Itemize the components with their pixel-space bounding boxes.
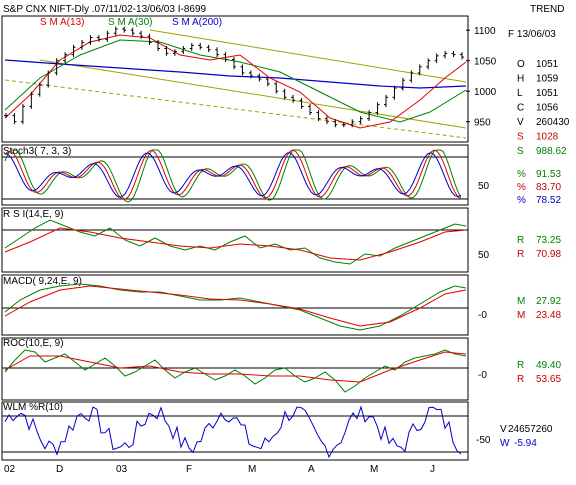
trend-label: TREND bbox=[530, 4, 564, 15]
macd-tick-0: -0 bbox=[478, 310, 487, 321]
macd-m-value: 27.92 bbox=[536, 296, 561, 307]
macd-s-label: M bbox=[517, 310, 525, 321]
chart-title: S&P CNX NIFT-Dly .07/11/02-13/06/03 I-86… bbox=[3, 4, 207, 15]
x-label-feb: F bbox=[186, 464, 192, 475]
roc-r-value: 49.40 bbox=[536, 360, 561, 371]
rsi-r-value: 73.25 bbox=[536, 235, 561, 246]
ohlc-value: 1051 bbox=[536, 59, 559, 70]
roc-tick-0: -0 bbox=[478, 370, 487, 381]
macd-m-label: M bbox=[517, 296, 525, 307]
ohlc-key: S bbox=[517, 132, 524, 143]
stoch-tick-50: 50 bbox=[478, 181, 490, 192]
ohlc-value: 988.62 bbox=[536, 146, 567, 157]
rsi-title: R S I(14,E, 9) bbox=[3, 209, 64, 220]
price-tick-label: 1050 bbox=[474, 57, 497, 68]
price-tick-label: 1100 bbox=[474, 26, 496, 37]
wlm-v-label: V bbox=[500, 424, 507, 435]
wlm-v-value: 24657260 bbox=[508, 424, 553, 435]
ohlc-value: 1056 bbox=[536, 103, 559, 114]
legend-sma13: S M A(13) bbox=[40, 17, 84, 28]
ohlc-value: 260430 bbox=[536, 117, 570, 128]
stoch-k-value: 91.53 bbox=[536, 169, 561, 180]
wlm-w-value: -5.94 bbox=[514, 438, 537, 449]
ohlc-date: F 13/06/03 bbox=[508, 29, 556, 40]
x-label-mar: M bbox=[248, 464, 256, 475]
x-label-03: 03 bbox=[116, 464, 128, 475]
wlm-tick-50: -50 bbox=[476, 435, 491, 446]
rsi-tick-50: 50 bbox=[478, 250, 490, 261]
rsi-r-label: R bbox=[517, 235, 524, 246]
wlm-w-label: W bbox=[500, 438, 510, 449]
ohlc-key: S bbox=[517, 146, 524, 157]
chart-window: S&P CNX NIFT-Dly .07/11/02-13/06/03 I-86… bbox=[0, 0, 576, 480]
roc-title: ROC(10,E, 9) bbox=[3, 338, 64, 349]
stoch-d-value: 83.70 bbox=[536, 182, 561, 193]
rsi-s-value: 70.98 bbox=[536, 249, 561, 260]
legend-sma30: S M A(30) bbox=[108, 17, 152, 28]
legend-sma200: S M A(200) bbox=[172, 17, 222, 28]
ohlc-key: L bbox=[517, 88, 523, 99]
roc-r-label: R bbox=[517, 360, 524, 371]
stoch-s-label: % bbox=[517, 195, 526, 206]
rsi-s-label: R bbox=[517, 249, 524, 260]
chart-background bbox=[0, 0, 576, 480]
x-label-jun: J bbox=[430, 464, 435, 475]
x-label-apr: A bbox=[308, 464, 315, 475]
stoch-k-label: % bbox=[517, 169, 526, 180]
macd-s-value: 23.48 bbox=[536, 310, 561, 321]
roc-s-label: R bbox=[517, 374, 524, 385]
wlm-title: WLM %R(10) bbox=[3, 402, 63, 413]
technical-chart: S&P CNX NIFT-Dly .07/11/02-13/06/03 I-86… bbox=[0, 0, 576, 480]
ohlc-key: C bbox=[517, 103, 524, 114]
ohlc-key: V bbox=[517, 117, 524, 128]
x-label-02: 02 bbox=[4, 464, 16, 475]
x-label-dec: D bbox=[56, 464, 63, 475]
ohlc-key: H bbox=[517, 74, 524, 85]
stoch-title: Stoch3( 7, 3, 3) bbox=[3, 146, 71, 157]
ohlc-value: 1059 bbox=[536, 74, 559, 85]
stoch-d-label: % bbox=[517, 182, 526, 193]
ohlc-value: 1051 bbox=[536, 88, 559, 99]
price-tick-label: 1000 bbox=[474, 87, 497, 98]
ohlc-value: 1028 bbox=[536, 132, 559, 143]
stoch-s-value: 78.52 bbox=[536, 195, 561, 206]
ohlc-key: O bbox=[517, 59, 525, 70]
price-tick-label: 950 bbox=[474, 118, 491, 129]
x-label-may: M bbox=[370, 464, 378, 475]
roc-s-value: 53.65 bbox=[536, 374, 561, 385]
